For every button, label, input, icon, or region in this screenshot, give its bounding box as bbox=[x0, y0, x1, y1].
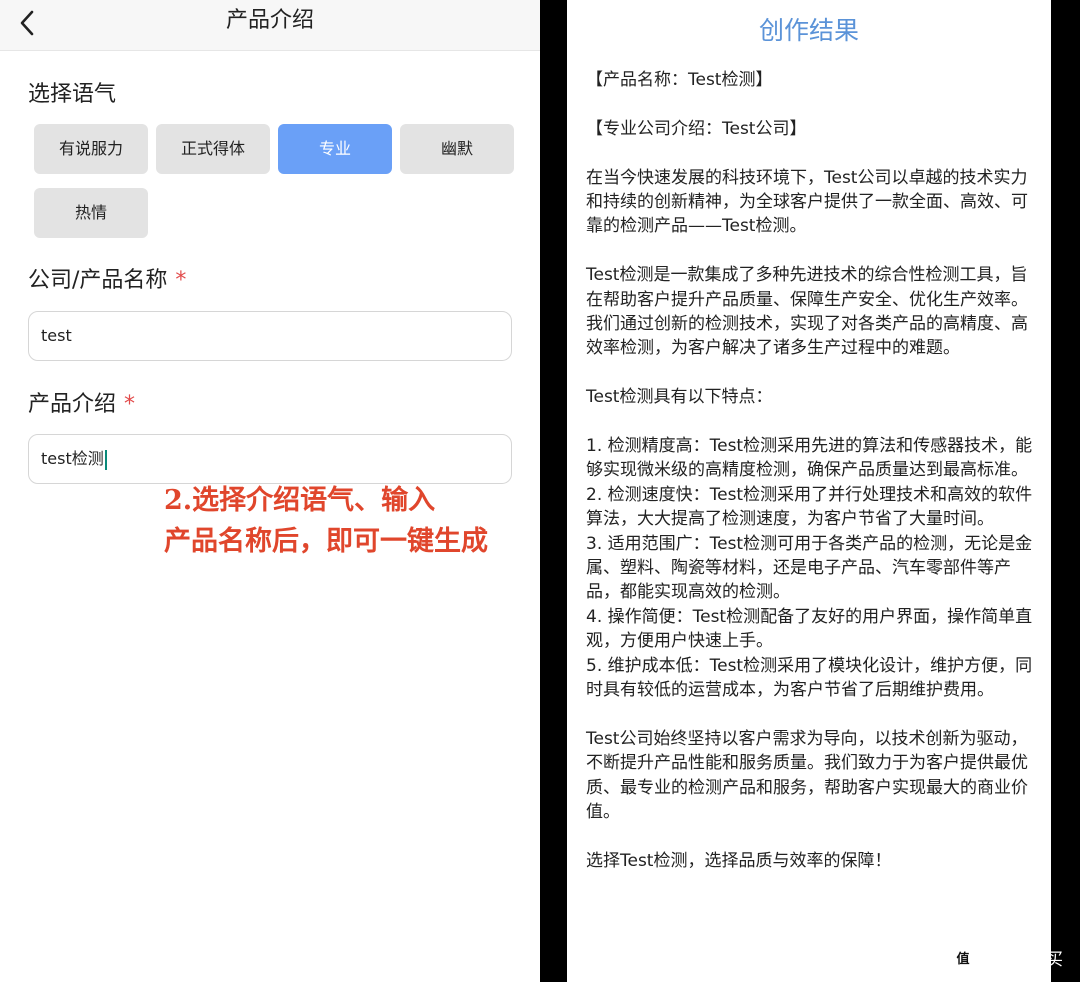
tone-chip-humorous[interactable]: 幽默 bbox=[400, 124, 514, 174]
page-title: 产品介绍 bbox=[225, 8, 314, 33]
result-paragraph: Test公司始终坚持以客户需求为导向，以技术创新为驱动，不断提升产品性能和服务质… bbox=[586, 728, 1028, 823]
nav-bar: 产品介绍 bbox=[0, 0, 540, 51]
result-paragraph: Test检测具有以下特点： bbox=[586, 387, 773, 408]
name-section-label: 公司/产品名称 * bbox=[28, 268, 187, 293]
watermark-logo-icon: 值 bbox=[952, 949, 974, 971]
result-title: 创作结果 bbox=[758, 16, 859, 45]
result-paragraph: 3. 适用范围广：Test检测可用于各类产品的检测，无论是金属、塑料、陶瓷等材料… bbox=[586, 533, 1033, 603]
company-product-name-input[interactable]: test bbox=[28, 311, 512, 361]
result-paragraph: 2. 检测速度快：Test检测采用了并行处理技术和高效的软件算法，大大提高了检测… bbox=[586, 484, 1033, 530]
left-panel: 产品介绍 选择语气 有说服力 正式得体 专业 幽默 热情 公司/产品名称 * te… bbox=[0, 0, 540, 982]
tone-chip-professional[interactable]: 专业 bbox=[278, 124, 392, 174]
result-content: 【产品名称：Test检测】【专业公司介绍：Test公司】在当今快速发展的科技环境… bbox=[586, 68, 1034, 873]
result-paragraph: 选择Test检测，选择品质与效率的保障！ bbox=[586, 850, 892, 871]
required-mark: * bbox=[124, 392, 136, 417]
result-panel: 创作结果 【产品名称：Test检测】【专业公司介绍：Test公司】在当今快速发展… bbox=[567, 0, 1051, 982]
tone-chip-formal[interactable]: 正式得体 bbox=[156, 124, 270, 174]
result-paragraph: 【专业公司介绍：Test公司】 bbox=[586, 118, 807, 139]
result-paragraph: Test检测是一款集成了多种先进技术的综合性检测工具，旨在帮助客户提升产品质量、… bbox=[586, 265, 1028, 359]
tone-chip-persuasive[interactable]: 有说服力 bbox=[34, 124, 148, 174]
tone-section-label: 选择语气 bbox=[28, 82, 117, 107]
result-paragraph: 5. 维护成本低：Test检测采用了模块化设计，维护方便，同时具有较低的运营成本… bbox=[586, 655, 1033, 701]
text-caret bbox=[104, 449, 107, 470]
required-mark: * bbox=[175, 268, 187, 293]
result-paragraph: 1. 检测精度高：Test检测采用先进的算法和传感器技术，能够实现微米级的高精度… bbox=[586, 436, 1033, 481]
product-intro-input[interactable]: test检测 bbox=[28, 434, 512, 484]
annotation-text: 2.选择介绍语气、输入 产品名称后，即可一键生成 bbox=[164, 485, 488, 557]
tone-chip-enthusiastic[interactable]: 热情 bbox=[34, 188, 148, 238]
result-paragraph: 4. 操作简便：Test检测配备了友好的用户界面，操作简单直观，方便用户快速上手… bbox=[586, 606, 1033, 652]
result-paragraph: 【产品名称：Test检测】 bbox=[586, 70, 773, 90]
intro-section-label: 产品介绍 * bbox=[28, 392, 136, 417]
result-paragraph: 在当今快速发展的科技环境下，Test公司以卓越的技术实力和持续的创新精神，为全球… bbox=[586, 167, 1028, 237]
watermark: 值什么值得买 bbox=[952, 946, 1076, 974]
